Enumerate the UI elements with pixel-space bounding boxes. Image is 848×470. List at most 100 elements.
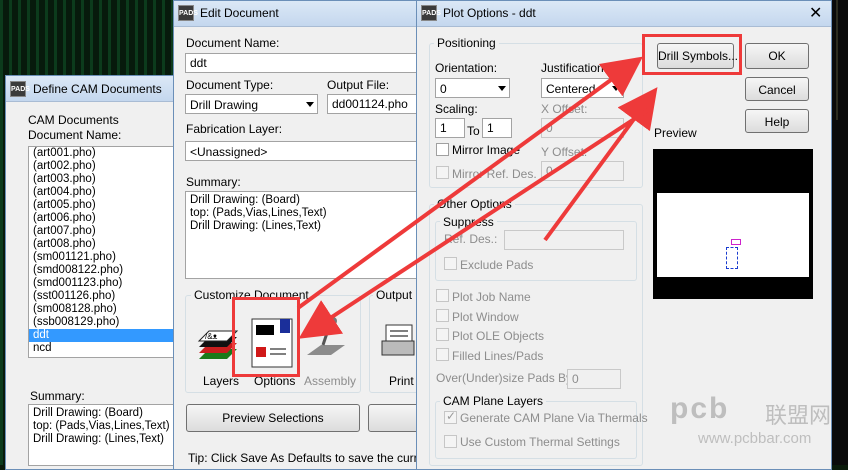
plot-window-label: Plot Window — [452, 310, 519, 324]
list-item[interactable]: (art006.pho) — [29, 212, 174, 225]
document-name-label: Document Name: — [28, 128, 122, 142]
orientation-value: 0 — [440, 82, 447, 96]
other-options-label: Other Options — [434, 197, 515, 211]
fabrication-layer-value: <Unassigned> — [190, 145, 268, 159]
help-button[interactable]: Help — [745, 109, 809, 133]
pads-app-icon: PADS — [10, 81, 30, 97]
list-item[interactable]: (sm001121.pho) — [29, 251, 174, 264]
list-item[interactable]: (art008.pho) — [29, 238, 174, 251]
chevron-down-icon — [306, 102, 314, 107]
printer-icon — [381, 324, 415, 356]
y-offset-label: Y Offset: — [541, 145, 588, 159]
y-offset-input[interactable]: 0 — [541, 161, 624, 181]
output-group-label: Output I — [373, 288, 422, 302]
summary-box: Drill Drawing: (Board) top: (Pads,Vias,L… — [28, 404, 175, 466]
list-item[interactable]: (art003.pho) — [29, 173, 174, 186]
close-icon[interactable]: ✕ — [809, 3, 822, 23]
fabrication-layer-select[interactable]: <Unassigned> — [185, 141, 425, 161]
document-type-label: Document Type: — [186, 78, 274, 92]
summary-line: Drill Drawing: (Board) — [33, 407, 143, 419]
generate-cam-plane-checkbox[interactable] — [444, 409, 457, 424]
fabrication-layer-label: Fabrication Layer: — [186, 122, 283, 136]
define-cam-window: PADS Define CAM Documents CAM Documents … — [5, 75, 180, 470]
preview-selections-button[interactable]: Preview Selections — [186, 404, 360, 432]
mirror-ref-des-checkbox[interactable] — [436, 166, 449, 179]
plot-options-titlebar: PADS Plot Options - ddt ✕ — [417, 1, 831, 27]
ok-button[interactable]: OK — [745, 43, 809, 69]
options-highlight — [232, 297, 300, 377]
chevron-down-icon — [612, 86, 620, 91]
exclude-pads-label: Exclude Pads — [460, 258, 534, 272]
watermark-url: www.pcbbar.com — [698, 430, 812, 447]
to-label: To — [467, 124, 480, 138]
list-item[interactable]: (sm008128.pho) — [29, 303, 174, 316]
x-offset-input[interactable]: 0 — [541, 118, 624, 138]
preview-drill-symbol — [731, 239, 741, 245]
oversize-input[interactable]: 0 — [567, 369, 621, 389]
list-item[interactable]: (art001.pho) — [29, 147, 174, 160]
document-type-select[interactable]: Drill Drawing — [185, 94, 318, 114]
list-item[interactable]: (smd001123.pho) — [29, 277, 174, 290]
svg-text:/&ᴥ: /&ᴥ — [205, 332, 218, 341]
summary-line: top: (Pads,Vias,Lines,Text) — [33, 420, 170, 432]
generate-cam-plane-label: Generate CAM Plane Via Thermals — [460, 411, 648, 425]
document-name-label: Document Name: — [186, 36, 280, 50]
plot-ole-checkbox[interactable] — [436, 328, 449, 341]
list-item[interactable]: (art004.pho) — [29, 186, 174, 199]
edit-document-window: PADS Edit Document Document Name: ddt Do… — [173, 0, 434, 470]
summary-line: top: (Pads,Vias,Lines,Text) — [190, 207, 327, 219]
suppress-label: Suppress — [440, 215, 497, 229]
list-item[interactable]: (ssb008129.pho) — [29, 316, 174, 329]
list-item[interactable]: (art005.pho) — [29, 199, 174, 212]
justification-value: Centered — [546, 82, 596, 96]
cam-documents-group-label: CAM Documents — [28, 113, 119, 127]
ref-des-input[interactable] — [504, 230, 624, 250]
custom-thermal-label: Use Custom Thermal Settings — [460, 435, 620, 449]
list-item[interactable]: (sst001126.pho) — [29, 290, 174, 303]
mirror-ref-des-label: Mirror Ref. Des. — [452, 167, 537, 181]
plot-window-checkbox[interactable] — [436, 309, 449, 322]
scale-to-input[interactable]: 1 — [482, 118, 512, 138]
mirror-image-label: Mirror Image — [452, 143, 521, 157]
filled-lines-label: Filled Lines/Pads — [452, 349, 544, 363]
watermark-brand: pcb — [670, 392, 730, 425]
scale-from-input[interactable]: 1 — [435, 118, 465, 138]
plot-job-name-checkbox[interactable] — [436, 289, 449, 302]
cam-plane-group: CAM Plane Layers — [435, 394, 637, 459]
assembly-button[interactable]: Assembly — [301, 311, 356, 388]
list-item[interactable]: ddt — [29, 329, 174, 342]
list-item[interactable]: (smd008122.pho) — [29, 264, 174, 277]
summary-line: Drill Drawing: (Lines,Text) — [190, 220, 322, 232]
cancel-button[interactable]: Cancel — [745, 77, 809, 101]
orientation-select[interactable]: 0 — [435, 78, 510, 98]
watermark-cn: 联盟网 — [765, 404, 832, 429]
plot-ole-label: Plot OLE Objects — [452, 329, 545, 343]
cam-documents-list[interactable]: (art001.pho) (art002.pho) (art003.pho) (art… — [28, 146, 175, 358]
assembly-label: Assembly — [304, 374, 357, 388]
mirror-image-checkbox[interactable] — [436, 143, 449, 156]
preview-drill-outline — [726, 247, 738, 269]
oversize-label: Over(Under)size Pads By: — [436, 371, 576, 385]
define-cam-title: Define CAM Documents — [33, 82, 162, 96]
edit-document-titlebar: PADS Edit Document — [174, 1, 422, 27]
ref-des-label: Ref. Des.: — [444, 232, 498, 246]
list-item[interactable]: (art002.pho) — [29, 160, 174, 173]
document-name-input[interactable]: ddt — [185, 53, 425, 73]
summary-line: Drill Drawing: (Board) — [190, 194, 300, 206]
preview-label: Preview — [654, 126, 697, 140]
edit-document-title: Edit Document — [200, 6, 279, 20]
document-type-value: Drill Drawing — [190, 98, 259, 112]
summary-line: Drill Drawing: (Lines,Text) — [33, 433, 165, 445]
pads-app-icon: PADS — [178, 5, 198, 21]
exclude-pads-checkbox[interactable] — [444, 257, 457, 270]
list-item[interactable]: ncd — [29, 342, 174, 355]
output-file-input[interactable]: dd001124.pho — [327, 94, 425, 114]
print-button[interactable]: Print — [374, 311, 419, 388]
assembly-icon — [307, 317, 345, 355]
justification-select[interactable]: Centered — [541, 78, 624, 98]
filled-lines-checkbox[interactable] — [436, 348, 449, 361]
drill-symbols-highlight — [642, 34, 742, 75]
plot-job-name-label: Plot Job Name — [452, 290, 531, 304]
list-item[interactable]: (art007.pho) — [29, 225, 174, 238]
custom-thermal-checkbox[interactable] — [444, 435, 457, 448]
